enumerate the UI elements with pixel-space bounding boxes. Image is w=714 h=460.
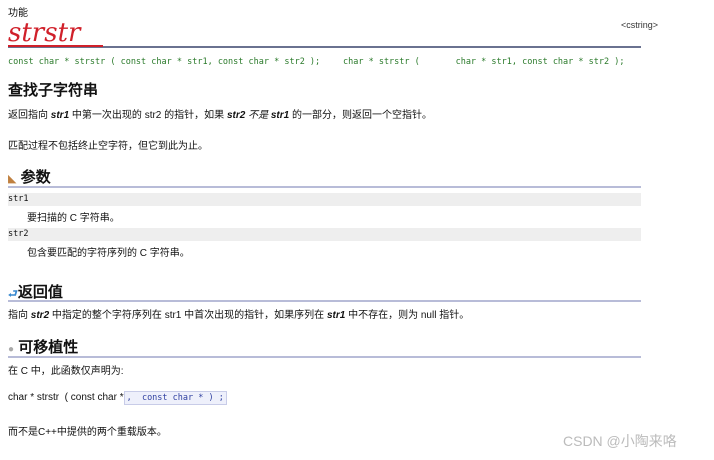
param-str2-desc: 包含要匹配的字符序列的 C 字符串。 [27, 248, 190, 259]
param-str2: str2 [8, 228, 641, 241]
title-underline [8, 45, 103, 47]
portability-heading: ● 可移植性 [8, 339, 79, 356]
header-tag[interactable]: <cstring> [621, 20, 658, 30]
description: 返回指向 str1 中第一次出现的 str2 的指针，如果 str2 不是 st… [8, 110, 432, 121]
params-icon: ◣ [8, 173, 17, 185]
function-title: strstr [8, 18, 81, 48]
c-declaration: char * strstr ( const char *, const char… [8, 391, 227, 405]
return-rule [8, 300, 641, 302]
portability-intro: 在 C 中，此函数仅声明为: [8, 366, 124, 377]
watermark: CSDN @小陶来咯 [563, 433, 677, 449]
params-heading: ◣ 参数 [8, 169, 51, 186]
params-rule [8, 186, 641, 188]
return-icon: ⮐ [8, 288, 18, 300]
param-str1-desc: 要扫描的 C 字符串。 [27, 213, 120, 224]
return-desc: 指向 str2 中指定的整个字符序列在 str1 中首次出现的指针，如果序列在 … [8, 310, 470, 321]
section-label: 功能 [8, 8, 28, 19]
portability-rule [8, 356, 641, 358]
prototype-const: const char * strstr ( const char * str1,… [8, 57, 321, 67]
main-heading: 查找子字符串 [8, 82, 99, 99]
prototype-nonconst: char * strstr ( char * str1, const char … [343, 57, 625, 67]
portability-footer: 而不是C++中提供的两个重载版本。 [8, 427, 167, 438]
bullet-icon: ● [8, 344, 15, 355]
match-note: 匹配过程不包括终止空字符，但它到此为止。 [8, 141, 208, 152]
param-str1: str1 [8, 193, 641, 206]
